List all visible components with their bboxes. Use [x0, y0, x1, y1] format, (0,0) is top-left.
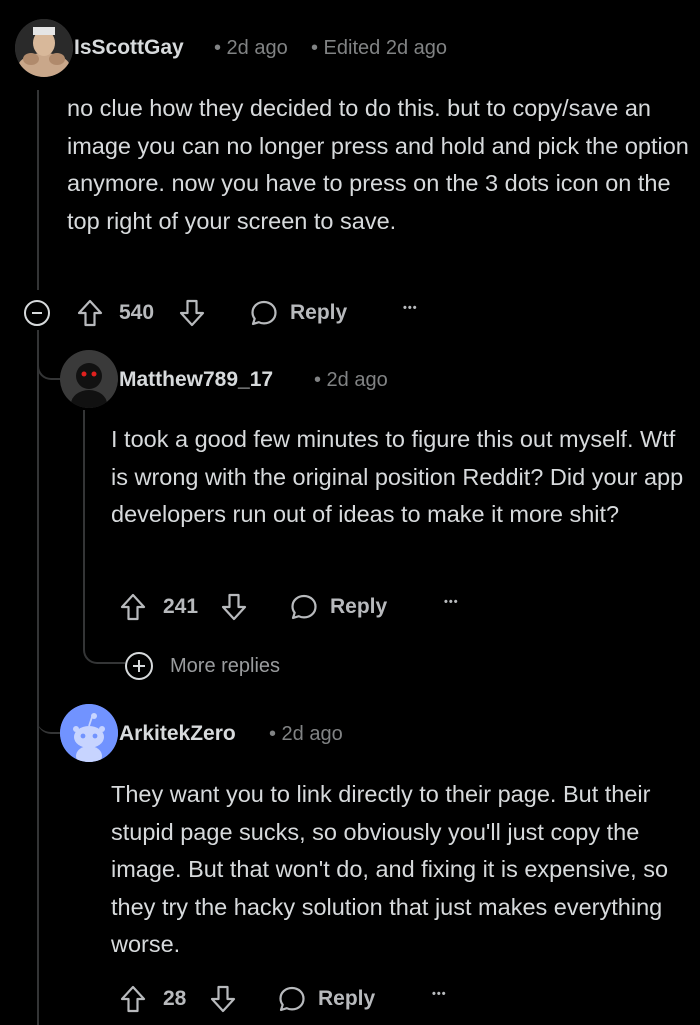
comment-edited-label: • Edited 2d ago: [311, 37, 447, 59]
thread-line-reply-1: [83, 410, 85, 610]
collapse-thread-button[interactable]: [24, 300, 50, 326]
comment-body: no clue how they decided to do this. but…: [67, 95, 689, 234]
downvote-arrow-icon: [209, 984, 237, 1014]
downvote-button[interactable]: [209, 984, 237, 1014]
more-replies-link[interactable]: More replies: [170, 655, 280, 678]
downvote-arrow-icon: [178, 298, 206, 328]
chat-bubble-icon: [249, 298, 279, 328]
reply-button[interactable]: Reply: [249, 298, 347, 328]
thread-connector-1: [37, 330, 63, 380]
downvote-button[interactable]: [178, 298, 206, 328]
avatar[interactable]: [15, 19, 73, 77]
comment-timestamp: • 2d ago: [269, 723, 343, 745]
comment-username[interactable]: IsScottGay: [74, 36, 184, 60]
more-options-button[interactable]: •••: [403, 302, 418, 314]
thread-line-root-lower: [37, 330, 39, 1025]
upvote-button[interactable]: [76, 298, 104, 328]
reply-label: Reply: [318, 987, 376, 1010]
reply-button[interactable]: Reply: [289, 592, 387, 622]
thread-connector-2: [37, 690, 63, 734]
vote-count: 540: [119, 301, 155, 324]
vote-count: 241: [163, 595, 199, 618]
comment-timestamp: • 2d ago: [314, 369, 388, 391]
comment-username[interactable]: Matthew789_17: [119, 368, 273, 392]
chat-bubble-icon: [289, 592, 319, 622]
upvote-arrow-icon: [119, 592, 147, 622]
comment-username[interactable]: ArkitekZero: [119, 722, 236, 746]
reply-label: Reply: [290, 301, 348, 324]
vote-count: 28: [163, 987, 187, 1010]
downvote-arrow-icon: [220, 592, 248, 622]
thread-line-root: [37, 90, 39, 290]
upvote-button[interactable]: [119, 984, 147, 1014]
upvote-arrow-icon: [76, 298, 104, 328]
downvote-button[interactable]: [220, 592, 248, 622]
comment-timestamp: • 2d ago: [214, 37, 288, 59]
more-options-button[interactable]: •••: [432, 988, 447, 1000]
comment-body: They want you to link directly to their …: [111, 781, 669, 957]
more-replies-icon[interactable]: [125, 652, 153, 680]
reply-label: Reply: [330, 595, 388, 618]
user-avatar-icon: [15, 19, 73, 77]
avatar[interactable]: [60, 704, 118, 762]
user-avatar-icon: [60, 350, 118, 408]
upvote-button[interactable]: [119, 592, 147, 622]
reply-button[interactable]: Reply: [277, 984, 375, 1014]
more-options-button[interactable]: •••: [444, 596, 459, 608]
chat-bubble-icon: [277, 984, 307, 1014]
comment-body: I took a good few minutes to figure this…: [111, 426, 684, 527]
snoo-avatar-icon: [60, 704, 118, 762]
upvote-arrow-icon: [119, 984, 147, 1014]
avatar[interactable]: [60, 350, 118, 408]
